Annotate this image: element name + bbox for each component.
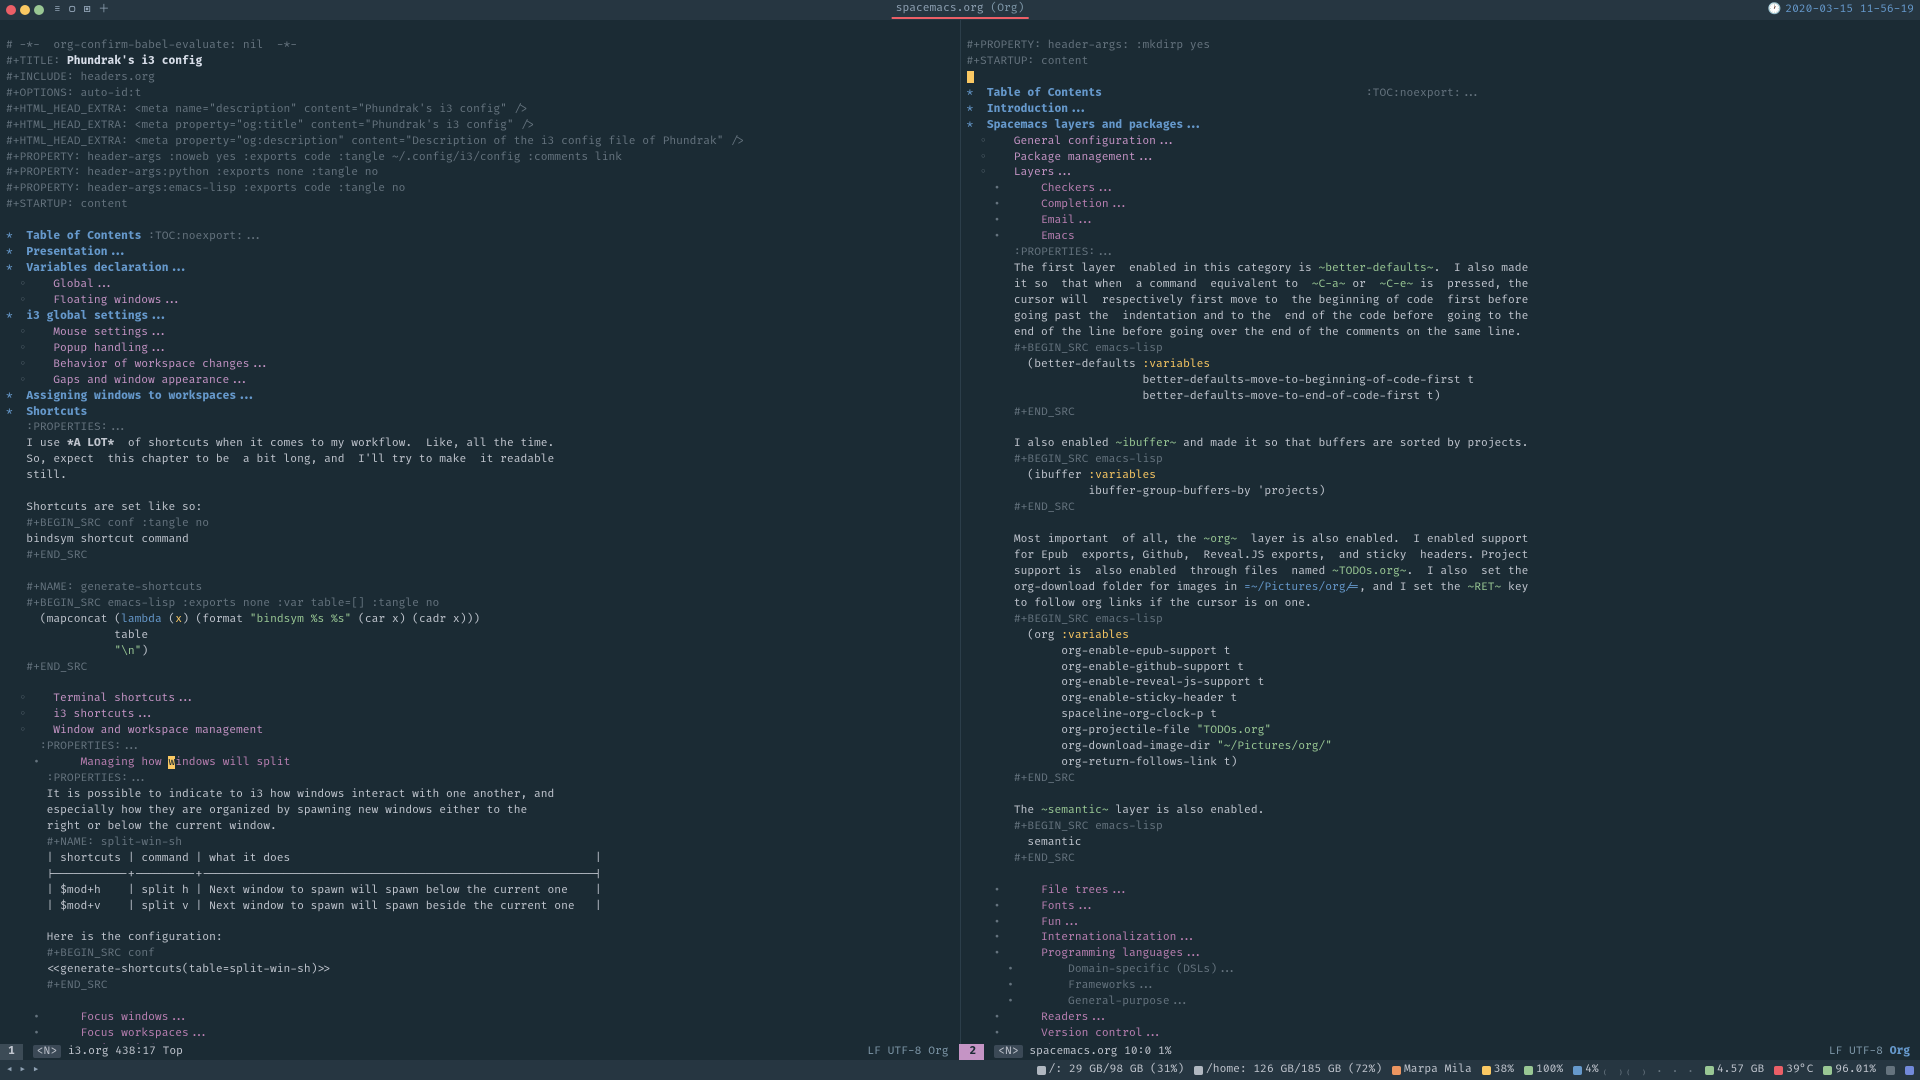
window-title: spacemacs.org (Org) xyxy=(892,1,1029,19)
disk-root: /: 29 GB/98 GB (31%) xyxy=(1037,1062,1184,1078)
editor-panes: # -*- org-confirm-babel-evaluate: nil -*… xyxy=(0,20,1920,1044)
music-widget[interactable]: Marpa Mila xyxy=(1392,1062,1472,1078)
memory-widget: 96.01% xyxy=(1823,1062,1876,1078)
titlebar: ≡ ▢ ▣ ＋ spacemacs.org (Org) 🕐 2020-03-15… xyxy=(0,0,1920,20)
modeline: 1 <N> i3.org 438:17 Top LF UTF-8 Org 2 <… xyxy=(0,1044,1920,1060)
volume-widget[interactable]: 38% xyxy=(1482,1062,1514,1078)
minimize-icon[interactable] xyxy=(20,5,30,15)
new-tab-icon[interactable]: ＋ xyxy=(98,2,109,18)
battery-widget: 100% xyxy=(1524,1062,1563,1078)
statusbar-right: /: 29 GB/98 GB (31%) /home: 126 GB/185 G… xyxy=(1037,1062,1914,1078)
discord-icon xyxy=(1905,1066,1914,1075)
clock: 🕐 2020-03-15 11-56-19 xyxy=(1768,2,1914,18)
temperature-widget: 39°C xyxy=(1774,1062,1813,1078)
modeline-left: 1 <N> i3.org 438:17 Top LF UTF-8 Org xyxy=(0,1044,959,1060)
disk-home: /home: 126 GB/185 GB (72%) xyxy=(1194,1062,1382,1078)
cpu-icon xyxy=(1573,1066,1582,1075)
menu-icon[interactable]: ≡ xyxy=(54,2,61,18)
thermometer-icon xyxy=(1774,1066,1783,1075)
window-number-left: 1 xyxy=(0,1044,23,1060)
disk-icon xyxy=(1037,1066,1046,1075)
chat-icon xyxy=(1886,1066,1895,1075)
cpu-widget: 4% ₍ ₎₍ ₎ . . . xyxy=(1573,1062,1695,1078)
left-pane[interactable]: # -*- org-confirm-babel-evaluate: nil -*… xyxy=(0,20,961,1044)
right-pane[interactable]: #+PROPERTY: header-args: :mkdirp yes #+S… xyxy=(961,20,1920,1044)
modeline-right: 2 <N> spacemacs.org 10:0 1% LF UTF-8 Org xyxy=(962,1044,1920,1060)
maximize-icon[interactable] xyxy=(34,5,44,15)
network-widget: 4.57 GB xyxy=(1705,1062,1764,1078)
split2-icon[interactable]: ▣ xyxy=(84,2,91,18)
cursor-right xyxy=(967,71,974,83)
music-icon xyxy=(1392,1066,1401,1075)
network-icon xyxy=(1705,1066,1714,1075)
close-icon[interactable] xyxy=(6,5,16,15)
clock-icon: 🕐 xyxy=(1768,2,1782,18)
discord-widget[interactable] xyxy=(1905,1066,1914,1075)
battery-icon xyxy=(1524,1066,1533,1075)
tab-controls: ≡ ▢ ▣ ＋ xyxy=(54,2,109,18)
volume-icon xyxy=(1482,1066,1491,1075)
disk-icon xyxy=(1194,1066,1203,1075)
split-icon[interactable]: ▢ xyxy=(69,2,76,18)
window-number-right: 2 xyxy=(962,1044,985,1060)
nav-arrows-icon[interactable]: ◂ ▸ ▸ xyxy=(6,1062,39,1078)
chat-widget[interactable] xyxy=(1886,1066,1895,1075)
statusbar: ◂ ▸ ▸ /: 29 GB/98 GB (31%) /home: 126 GB… xyxy=(0,1060,1920,1080)
statusbar-left: ◂ ▸ ▸ xyxy=(6,1062,39,1078)
memory-icon xyxy=(1823,1066,1832,1075)
window-controls xyxy=(6,5,44,15)
